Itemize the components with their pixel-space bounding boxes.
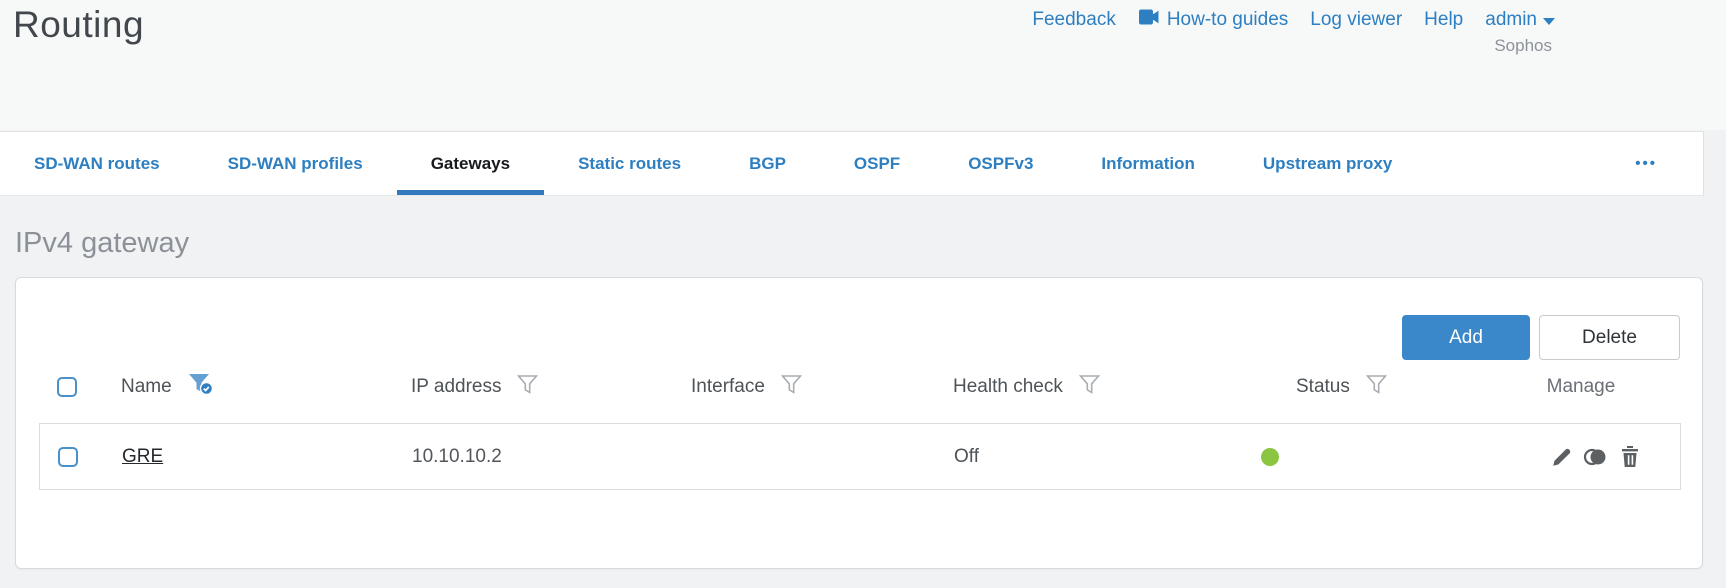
tab-ospf[interactable]: OSPF [820,132,934,195]
page-title: Routing [13,4,145,45]
brand-label: Sophos [1494,36,1552,55]
tab-bgp[interactable]: BGP [715,132,820,195]
column-header-interface: Interface [691,376,765,397]
select-all-checkbox[interactable] [57,377,77,397]
gateway-name-link[interactable]: GRE [122,446,163,468]
edit-icon[interactable] [1549,444,1575,470]
section-heading: IPv4 gateway [15,227,190,259]
gateway-table: GRE 10.10.10.2 Off [39,423,1681,490]
howto-guides-link[interactable]: How-to guides [1138,9,1288,31]
tab-bar: SD-WAN routes SD-WAN profiles Gateways S… [0,131,1704,196]
tab-static-routes[interactable]: Static routes [544,132,715,195]
add-button[interactable]: Add [1402,315,1530,360]
page-header: Routing Feedback How-to guides Log viewe… [0,0,1726,196]
delete-icon[interactable] [1617,444,1643,470]
howto-guides-label: How-to guides [1166,9,1289,30]
gateway-ip-address: 10.10.10.2 [412,445,502,467]
feedback-link[interactable]: Feedback [1032,9,1115,31]
filter-icon[interactable] [1078,374,1101,401]
column-header-name: Name [121,376,172,397]
row-checkbox[interactable] [58,446,78,467]
tab-information[interactable]: Information [1067,132,1229,195]
column-header-ip-address: IP address [411,376,502,397]
tab-gateways[interactable]: Gateways [396,132,545,195]
chevron-down-icon [1543,17,1555,25]
tab-overflow-menu[interactable]: ••• [1635,132,1657,195]
gateway-health-check: Off [954,445,979,467]
video-camera-icon [1138,9,1160,31]
toolbar: Add Delete [1402,315,1680,360]
table-row: GRE 10.10.10.2 Off [40,424,1680,489]
tab-ospfv3[interactable]: OSPFv3 [934,132,1067,195]
top-nav: Feedback How-to guides Log viewer Help a… [1032,9,1555,31]
delete-button[interactable]: Delete [1539,315,1680,360]
help-link[interactable]: Help [1424,9,1463,31]
tab-sdwan-profiles[interactable]: SD-WAN profiles [194,132,397,195]
filter-icon[interactable] [780,374,803,401]
column-header-manage: Manage [1546,376,1616,397]
user-menu[interactable]: admin [1485,9,1555,31]
user-menu-label: admin [1485,9,1537,30]
filter-icon[interactable] [517,374,539,401]
tab-upstream-proxy[interactable]: Upstream proxy [1229,132,1426,195]
clone-icon[interactable] [1583,444,1609,470]
filter-icon[interactable] [1365,374,1388,401]
log-viewer-link[interactable]: Log viewer [1310,9,1402,31]
column-header-health-check: Health check [953,376,1063,397]
status-up-indicator [1261,447,1279,466]
column-header-status: Status [1296,376,1350,397]
filter-active-icon[interactable] [188,372,214,402]
table-header: Name IP address Interface Health check S… [39,370,1681,404]
tab-sdwan-routes[interactable]: SD-WAN routes [0,132,194,195]
gateway-panel: Add Delete Name IP address Interface Hea… [15,277,1703,569]
content-area: IPv4 gateway Add Delete Name IP address … [0,227,1726,569]
